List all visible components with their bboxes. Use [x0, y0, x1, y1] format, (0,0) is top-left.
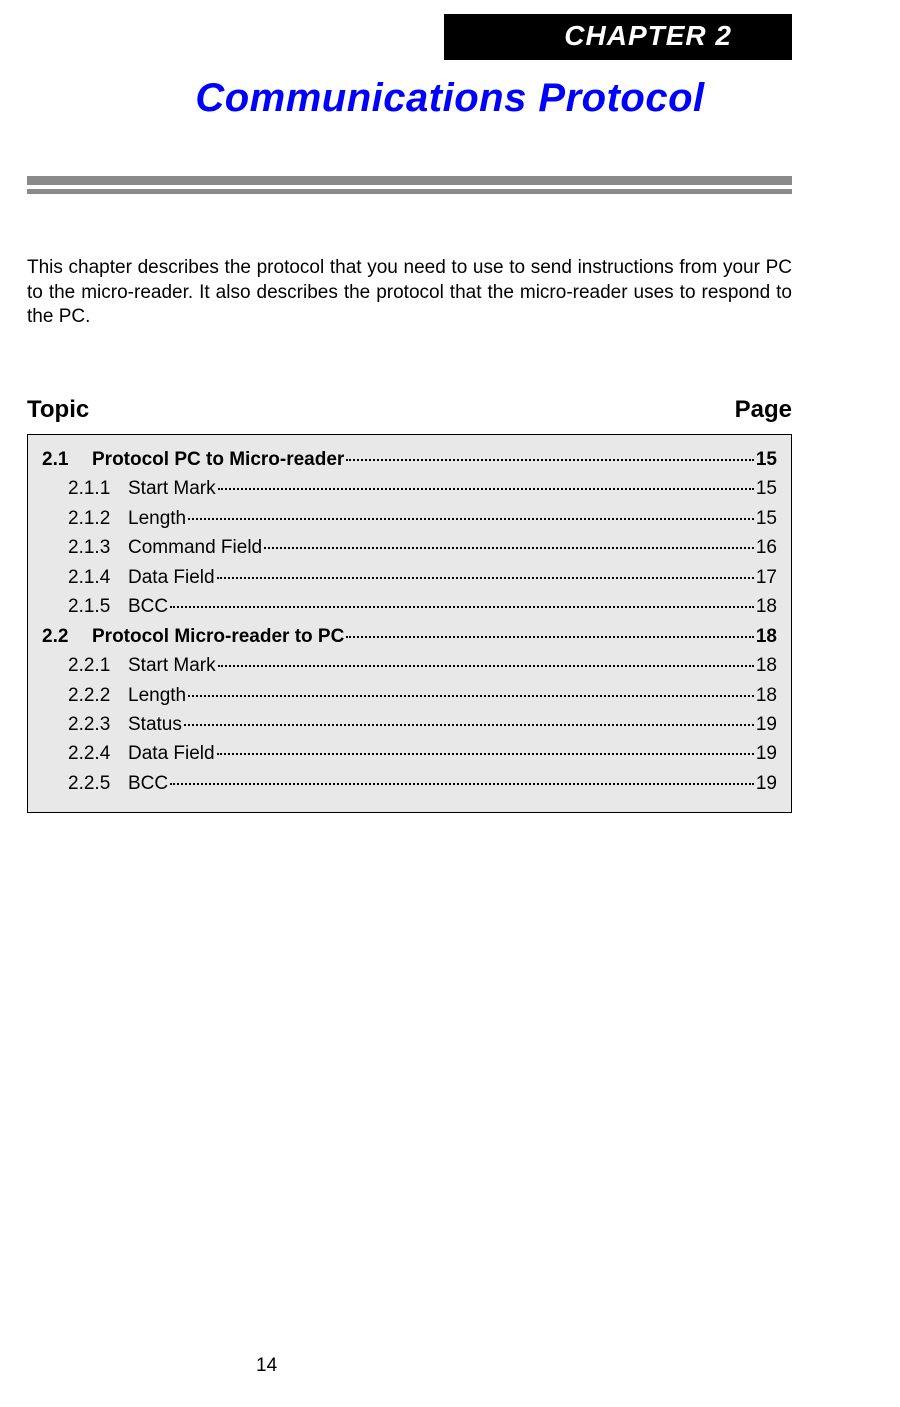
toc-row: 2.2.4Data Field 19: [42, 739, 777, 768]
toc-leader-dots: [184, 724, 754, 726]
toc-entry-title: Command Field: [128, 533, 262, 562]
toc-entry-page: 16: [756, 533, 777, 562]
toc-row: 2.1.4Data Field 17: [42, 563, 777, 592]
toc-entry-title: Start Mark: [128, 474, 216, 503]
toc-row: 2.2.3Status 19: [42, 710, 777, 739]
divider: [27, 176, 792, 194]
toc-entry-title: Protocol Micro-reader to PC: [92, 622, 344, 651]
toc-entry-title: Status: [128, 710, 182, 739]
toc-leader-dots: [188, 695, 754, 697]
toc-entry-page: 18: [756, 592, 777, 621]
toc-box: 2.1Protocol PC to Micro-reader152.1.1Sta…: [27, 434, 792, 813]
toc-leader-dots: [217, 753, 754, 755]
toc-entry-title: BCC: [128, 769, 168, 798]
toc-row: 2.1.5BCC 18: [42, 592, 777, 621]
toc-entry-page: 19: [756, 710, 777, 739]
intro-paragraph: This chapter describes the protocol that…: [27, 256, 792, 330]
toc-header-topic: Topic: [27, 396, 89, 424]
toc-entry-title: Data Field: [128, 563, 215, 592]
toc-entry-title: BCC: [128, 592, 168, 621]
chapter-title: Communications Protocol: [0, 76, 900, 121]
divider-bar-2: [27, 189, 792, 194]
toc-row: 2.1.3Command Field 16: [42, 533, 777, 562]
toc-leader-dots: [346, 636, 754, 638]
toc-entry-page: 15: [756, 474, 777, 503]
toc-entry-page: 15: [756, 445, 777, 474]
toc-entry-page: 18: [756, 681, 777, 710]
toc-leader-dots: [264, 547, 754, 549]
toc-leader-dots: [188, 518, 754, 520]
toc-leader-dots: [170, 606, 754, 608]
toc-entry-number: 2.2.4: [68, 739, 128, 768]
toc-entry-page: 17: [756, 563, 777, 592]
divider-bar-1: [27, 176, 792, 185]
toc-entry-page: 19: [756, 739, 777, 768]
toc-row: 2.2Protocol Micro-reader to PC 18: [42, 622, 777, 651]
toc-entry-number: 2.1.5: [68, 592, 128, 621]
toc-entry-page: 15: [756, 504, 777, 533]
toc-row: 2.1.1Start Mark 15: [42, 474, 777, 503]
toc-entry-page: 19: [756, 769, 777, 798]
page-number: 14: [256, 1355, 277, 1377]
toc-entry-number: 2.1.1: [68, 474, 128, 503]
toc-entry-number: 2.2.3: [68, 710, 128, 739]
toc-row: 2.2.1Start Mark 18: [42, 651, 777, 680]
toc-leader-dots: [218, 488, 754, 490]
toc-entry-number: 2.1.3: [68, 533, 128, 562]
toc-entry-title: Data Field: [128, 739, 215, 768]
toc-entry-title: Length: [128, 681, 186, 710]
toc-entry-number: 2.2.2: [68, 681, 128, 710]
toc-entry-number: 2.1.2: [68, 504, 128, 533]
toc-entry-number: 2.2.5: [68, 769, 128, 798]
toc-entry-title: Protocol PC to Micro-reader: [92, 445, 344, 474]
toc-header-page: Page: [735, 396, 792, 424]
toc-leader-dots: [218, 665, 754, 667]
toc-row: 2.1Protocol PC to Micro-reader 15: [42, 445, 777, 474]
toc-entry-page: 18: [756, 622, 777, 651]
toc-entry-number: 2.1: [42, 445, 92, 474]
toc-entry-title: Length: [128, 504, 186, 533]
chapter-badge: CHAPTER 2: [444, 14, 792, 60]
toc-entry-title: Start Mark: [128, 651, 216, 680]
toc-leader-dots: [346, 459, 754, 461]
toc-leader-dots: [217, 577, 754, 579]
toc-header: Topic Page: [27, 396, 792, 424]
toc-entry-number: 2.2: [42, 622, 92, 651]
toc-row: 2.2.5BCC 19: [42, 769, 777, 798]
toc-leader-dots: [170, 783, 754, 785]
toc-entry-page: 18: [756, 651, 777, 680]
toc-entry-number: 2.2.1: [68, 651, 128, 680]
toc-row: 2.2.2Length 18: [42, 681, 777, 710]
toc-entry-number: 2.1.4: [68, 563, 128, 592]
toc-row: 2.1.2Length 15: [42, 504, 777, 533]
